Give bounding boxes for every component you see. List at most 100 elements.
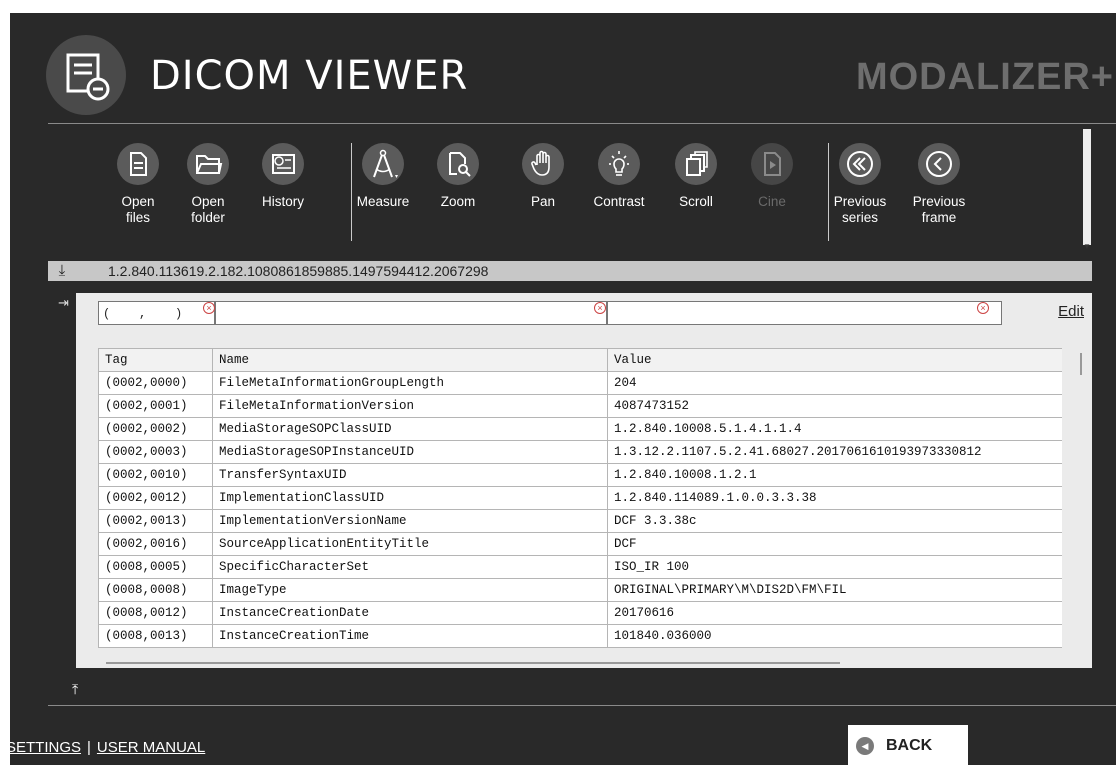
table-row[interactable]: (0002,0000) FileMetaInformationGroupLengt… (98, 371, 1062, 395)
divider (48, 705, 1116, 706)
previous-frame-label: Previous frame (912, 194, 966, 225)
name-filter-input[interactable] (215, 301, 607, 325)
column-header-value[interactable]: Value (607, 348, 1062, 372)
back-button-label: BACK (886, 737, 933, 754)
table-row[interactable]: (0008,0012) InstanceCreationDate 20170616 (98, 601, 1062, 625)
tag-cell: (0002,0012) (98, 486, 213, 510)
value-cell: 1.2.840.10008.5.1.4.1.1.4 (607, 417, 1062, 441)
footer-links: SETTINGS | USER MANUAL (10, 739, 205, 756)
table-horizontal-scrollbar[interactable] (106, 662, 840, 664)
dicom-tag-panel: ( , ) × × × Edit Tag Name Value (0002,00… (76, 293, 1092, 668)
value-filter-input[interactable] (607, 301, 1002, 325)
folder-icon (187, 143, 229, 185)
clear-icon[interactable]: × (977, 302, 989, 314)
table-row[interactable]: (0008,0005) SpecificCharacterSet ISO_IR 10… (98, 555, 1062, 579)
series-uid: 1.2.840.113619.2.182.1080861859885.14975… (108, 263, 489, 279)
tag-cell: (0002,0002) (98, 417, 213, 441)
history-label: History (261, 194, 304, 209)
value-cell: ISO_IR 100 (607, 555, 1062, 579)
value-cell: 4087473152 (607, 394, 1062, 418)
value-cell: 1.2.840.10008.1.2.1 (607, 463, 1062, 487)
expand-arrow-icon[interactable]: ⤒ (72, 681, 88, 697)
tag-table-container: Tag Name Value (0002,0000) FileMetaInform… (98, 348, 1062, 648)
previous-series-button[interactable]: Previous series (822, 143, 898, 226)
tag-cell: (0002,0013) (98, 509, 213, 533)
compass-icon (362, 143, 404, 185)
clear-icon[interactable]: × (203, 302, 215, 314)
table-row[interactable]: (0002,0003) MediaStorageSOPInstanceUID 1.3… (98, 440, 1062, 464)
table-header-row: Tag Name Value (98, 348, 1062, 372)
user-manual-link[interactable]: USER MANUAL (97, 739, 205, 756)
divider (48, 123, 1116, 124)
scroll-label: Scroll (679, 194, 713, 209)
tag-filter-input[interactable]: ( , ) (98, 301, 215, 325)
edit-link[interactable]: Edit (1058, 303, 1084, 320)
table-row[interactable]: (0008,0008) ImageType ORIGINAL\PRIMARY\M\D… (98, 578, 1062, 602)
tag-cell: (0002,0000) (98, 371, 213, 395)
value-cell: ORIGINAL\PRIMARY\M\DIS2D\FM\FIL (607, 578, 1062, 602)
zoom-label: Zoom (440, 194, 476, 209)
name-cell: ImplementationClassUID (212, 486, 608, 510)
collapse-arrow-icon[interactable]: ⇥ (58, 295, 72, 311)
clear-icon[interactable]: × (594, 302, 606, 314)
table-row[interactable]: (0002,0012) ImplementationClassUID 1.2.840… (98, 486, 1062, 510)
open-folder-label: Open folder (191, 194, 225, 225)
download-arrow-icon[interactable]: ⤓ (52, 261, 72, 281)
cine-button[interactable]: Cine (734, 143, 810, 210)
column-header-tag[interactable]: Tag (98, 348, 213, 372)
zoom-button[interactable]: Zoom (420, 143, 496, 210)
scroll-button[interactable]: Scroll (658, 143, 734, 210)
name-cell: InstanceCreationDate (212, 601, 608, 625)
settings-link[interactable]: SETTINGS (10, 739, 81, 756)
name-cell: SourceApplicationEntityTitle (212, 532, 608, 556)
open-files-button[interactable]: Open files (100, 143, 176, 226)
tag-cell: (0008,0005) (98, 555, 213, 579)
tag-cell: (0008,0013) (98, 624, 213, 648)
table-row[interactable]: (0002,0013) ImplementationVersionName DCF … (98, 509, 1062, 533)
toolbar-scrollbar[interactable] (1083, 129, 1091, 245)
layers-icon (675, 143, 717, 185)
tag-cell: (0002,0003) (98, 440, 213, 464)
table-row[interactable]: (0002,0001) FileMetaInformationVersion 408… (98, 394, 1062, 418)
hand-icon (522, 143, 564, 185)
app-title: DICOM VIEWER (150, 53, 469, 99)
value-cell: DCF 3.3.38c (607, 509, 1062, 533)
file-icon (117, 143, 159, 185)
brand-logo: MODALIZER+ (855, 56, 1114, 98)
table-row[interactable]: (0008,0013) InstanceCreationTime 101840.03… (98, 624, 1062, 648)
tag-cell: (0008,0008) (98, 578, 213, 602)
value-cell: 204 (607, 371, 1062, 395)
back-button[interactable]: ◀ BACK (848, 725, 968, 765)
contrast-button[interactable]: Contrast (581, 143, 657, 210)
table-vertical-scrollbar[interactable] (1080, 353, 1082, 375)
tag-cell: (0002,0016) (98, 532, 213, 556)
name-cell: ImplementationVersionName (212, 509, 608, 533)
tag-cell: (0002,0010) (98, 463, 213, 487)
measure-button[interactable]: Measure (345, 143, 421, 210)
series-path-bar: ⤓ 1.2.840.113619.2.182.1080861859885.149… (48, 261, 1092, 281)
name-cell: MediaStorageSOPClassUID (212, 417, 608, 441)
scroll-down-arrow-icon[interactable]: ▼ (1081, 242, 1093, 252)
table-row[interactable]: (0002,0010) TransferSyntaxUID 1.2.840.1000… (98, 463, 1062, 487)
value-cell: 20170616 (607, 601, 1062, 625)
previous-frame-button[interactable]: Previous frame (901, 143, 977, 226)
bulb-icon (598, 143, 640, 185)
toolbar: Open files Open folder History Measure Z… (100, 143, 1100, 253)
table-row[interactable]: (0002,0016) SourceApplicationEntityTitle D… (98, 532, 1062, 556)
tag-table: Tag Name Value (0002,0000) FileMetaInform… (98, 348, 1062, 648)
column-header-name[interactable]: Name (212, 348, 608, 372)
open-files-label: Open files (121, 194, 155, 225)
value-cell: 101840.036000 (607, 624, 1062, 648)
table-row[interactable]: (0002,0002) MediaStorageSOPClassUID 1.2.84… (98, 417, 1062, 441)
viewer-background: DICOM VIEWER MODALIZER+ Open files Open … (10, 13, 1116, 765)
play-icon (751, 143, 793, 185)
chevron-left-icon (918, 143, 960, 185)
name-cell: FileMetaInformationGroupLength (212, 371, 608, 395)
history-icon (262, 143, 304, 185)
pan-button[interactable]: Pan (505, 143, 581, 210)
cine-label: Cine (758, 194, 786, 209)
open-folder-button[interactable]: Open folder (170, 143, 246, 226)
history-button[interactable]: History (245, 143, 321, 210)
pan-label: Pan (530, 194, 556, 209)
tag-cell: (0008,0012) (98, 601, 213, 625)
